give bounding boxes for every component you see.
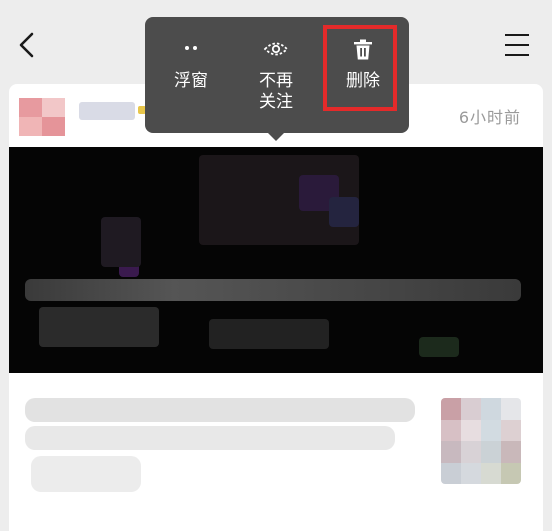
menu-item-floating-window[interactable]: 浮窗	[149, 17, 233, 133]
post-text-blurred[interactable]	[25, 398, 415, 422]
back-button[interactable]	[14, 30, 40, 60]
delete-highlight-box	[323, 25, 397, 111]
post-text-blurred-line2	[25, 426, 395, 450]
media-blur-band	[25, 279, 521, 301]
popup-arrow	[267, 132, 285, 141]
post-text-blurred-line3	[31, 456, 141, 492]
more-menu-button[interactable]	[504, 32, 530, 58]
menu-item-label-line2: 关注	[259, 92, 293, 112]
post-card[interactable]: 6小时前	[9, 84, 543, 531]
chevron-left-icon	[19, 32, 34, 58]
post-timestamp: 6小时前	[458, 108, 521, 127]
menu-item-label-line1: 不再	[259, 71, 293, 91]
menu-item-label: 浮窗	[174, 71, 208, 91]
post-thumbnail-blurred[interactable]	[441, 398, 521, 484]
eye-icon	[263, 42, 289, 56]
hamburger-icon	[505, 34, 529, 56]
floating-window-icon	[185, 46, 197, 50]
post-media-blurred[interactable]	[9, 147, 543, 373]
author-name-blurred[interactable]	[79, 102, 135, 120]
menu-item-unfollow[interactable]: 不再 关注	[234, 17, 318, 133]
avatar[interactable]	[19, 98, 65, 136]
